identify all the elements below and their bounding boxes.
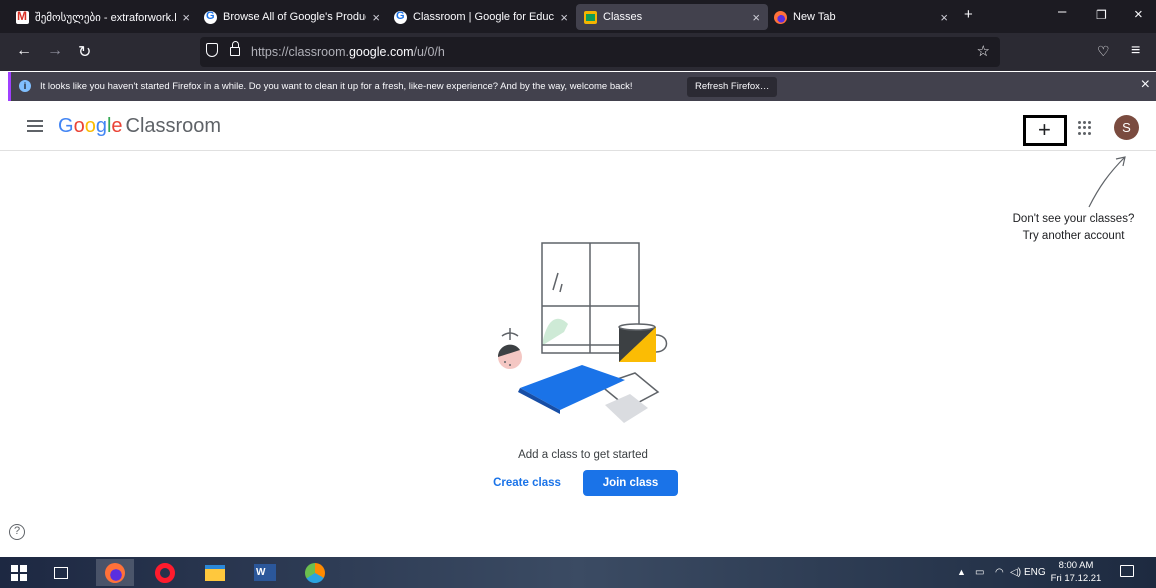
plus-icon: + xyxy=(1038,117,1051,142)
tab-title: შემოსულები - extraforwork.l xyxy=(35,11,177,24)
show-hidden-icons[interactable]: ▲ xyxy=(957,557,966,588)
account-avatar[interactable]: S xyxy=(1114,115,1139,140)
bookmark-star-icon[interactable]: ☆ xyxy=(977,42,990,60)
google-icon xyxy=(204,10,217,24)
tab-title: Browse All of Google's Products xyxy=(223,11,367,23)
navigation-toolbar: ← → ↻ https://classroom.google.com/u/0/h… xyxy=(0,33,1156,71)
switch-account-hint: Don't see your classes? Try another acco… xyxy=(996,211,1151,245)
windows-logo-icon xyxy=(11,564,27,581)
lock-icon[interactable] xyxy=(230,41,240,56)
minimize-icon[interactable]: – xyxy=(1058,3,1066,20)
tab-google-products[interactable]: Browse All of Google's Products × xyxy=(196,4,388,30)
close-icon[interactable]: × xyxy=(182,10,190,25)
tab-new-tab[interactable]: New Tab × xyxy=(766,4,956,30)
tab-classes[interactable]: Classes × xyxy=(576,4,768,30)
close-icon[interactable]: × xyxy=(372,10,380,25)
network-icon[interactable]: ▭ xyxy=(975,557,984,588)
folder-icon xyxy=(205,564,225,581)
shield-icon[interactable] xyxy=(206,43,218,57)
address-bar[interactable]: https://classroom.google.com/u/0/h ☆ xyxy=(200,37,1000,67)
tab-gmail[interactable]: შემოსულები - extraforwork.l × xyxy=(8,4,198,30)
info-icon: i xyxy=(19,80,31,92)
clock-time: 8:00 AM xyxy=(1058,560,1094,571)
reload-icon[interactable]: ↻ xyxy=(78,42,91,62)
tab-title: New Tab xyxy=(793,11,836,23)
refresh-firefox-button[interactable]: Refresh Firefox… xyxy=(687,77,778,97)
empty-state-title: Add a class to get started xyxy=(518,449,648,461)
back-arrow-icon[interactable]: ← xyxy=(16,42,32,60)
new-tab-plus-icon[interactable]: + xyxy=(964,6,973,23)
notifications-icon[interactable] xyxy=(1120,565,1134,577)
close-icon[interactable]: × xyxy=(940,10,948,25)
google-icon xyxy=(394,10,407,24)
help-icon[interactable]: ? xyxy=(9,524,25,540)
hint-arrow-icon xyxy=(1088,156,1126,208)
taskbar-firefox[interactable] xyxy=(96,559,134,586)
system-clock[interactable]: 8:00 AM Fri 17.12.21 xyxy=(1049,559,1103,585)
tab-classroom-education[interactable]: Classroom | Google for Educatic × xyxy=(386,4,576,30)
wifi-icon[interactable]: ◠ xyxy=(995,557,1004,588)
close-icon[interactable]: × xyxy=(560,10,568,25)
taskbar-opera[interactable] xyxy=(146,559,184,586)
create-class-button[interactable]: Create class xyxy=(487,470,567,496)
restore-icon[interactable]: ❐ xyxy=(1096,8,1107,22)
start-button[interactable] xyxy=(0,559,38,586)
gmail-icon xyxy=(16,9,29,24)
create-or-join-class-button[interactable]: + xyxy=(1023,115,1067,146)
empty-classes-illustration xyxy=(497,242,668,423)
notification-message: It looks like you haven't started Firefo… xyxy=(40,81,633,92)
firefox-notification-bar: i It looks like you haven't started Fire… xyxy=(8,72,1156,101)
close-icon[interactable]: × xyxy=(752,10,760,25)
firefox-icon xyxy=(105,562,125,583)
classroom-icon xyxy=(584,10,597,24)
google-classroom-logo[interactable]: Google Classroom xyxy=(58,115,221,138)
task-view-icon xyxy=(54,566,68,579)
language-indicator[interactable]: ENG xyxy=(1024,557,1046,588)
taskbar-file-explorer[interactable] xyxy=(196,559,234,586)
firefox-icon xyxy=(774,10,787,24)
clock-date: Fri 17.12.21 xyxy=(1050,573,1102,584)
hint-line-1: Don't see your classes? xyxy=(1012,213,1135,225)
task-view-button[interactable] xyxy=(42,559,80,586)
tab-title: Classroom | Google for Educatic xyxy=(413,11,555,23)
windows-taskbar: W ▲ ▭ ◠ ◁) ENG 8:00 AM Fri 17.12.21 xyxy=(0,557,1156,588)
url-text[interactable]: https://classroom.google.com/u/0/h xyxy=(251,45,445,59)
hint-line-2: Try another account xyxy=(1022,230,1125,242)
main-menu-icon[interactable] xyxy=(27,120,43,132)
tab-title: Classes xyxy=(603,11,643,23)
join-class-button[interactable]: Join class xyxy=(583,470,678,496)
google-apps-icon[interactable] xyxy=(1078,121,1092,135)
classroom-header: Google Classroom + S xyxy=(0,101,1156,151)
opera-icon xyxy=(155,562,175,583)
volume-icon[interactable]: ◁) xyxy=(1010,557,1021,588)
forward-arrow-icon[interactable]: → xyxy=(47,42,63,60)
window-close-icon[interactable]: × xyxy=(1134,6,1143,23)
menu-icon[interactable]: ≡ xyxy=(1131,42,1140,60)
taskbar-word[interactable]: W xyxy=(246,559,284,586)
word-icon: W xyxy=(254,564,276,581)
browser-tab-strip: შემოსულები - extraforwork.l × Browse All… xyxy=(0,0,1156,33)
taskbar-paint[interactable] xyxy=(296,559,334,586)
pocket-icon[interactable]: ♡ xyxy=(1097,43,1110,60)
paint-icon xyxy=(305,562,325,583)
notification-close-icon[interactable]: × xyxy=(1141,76,1150,94)
